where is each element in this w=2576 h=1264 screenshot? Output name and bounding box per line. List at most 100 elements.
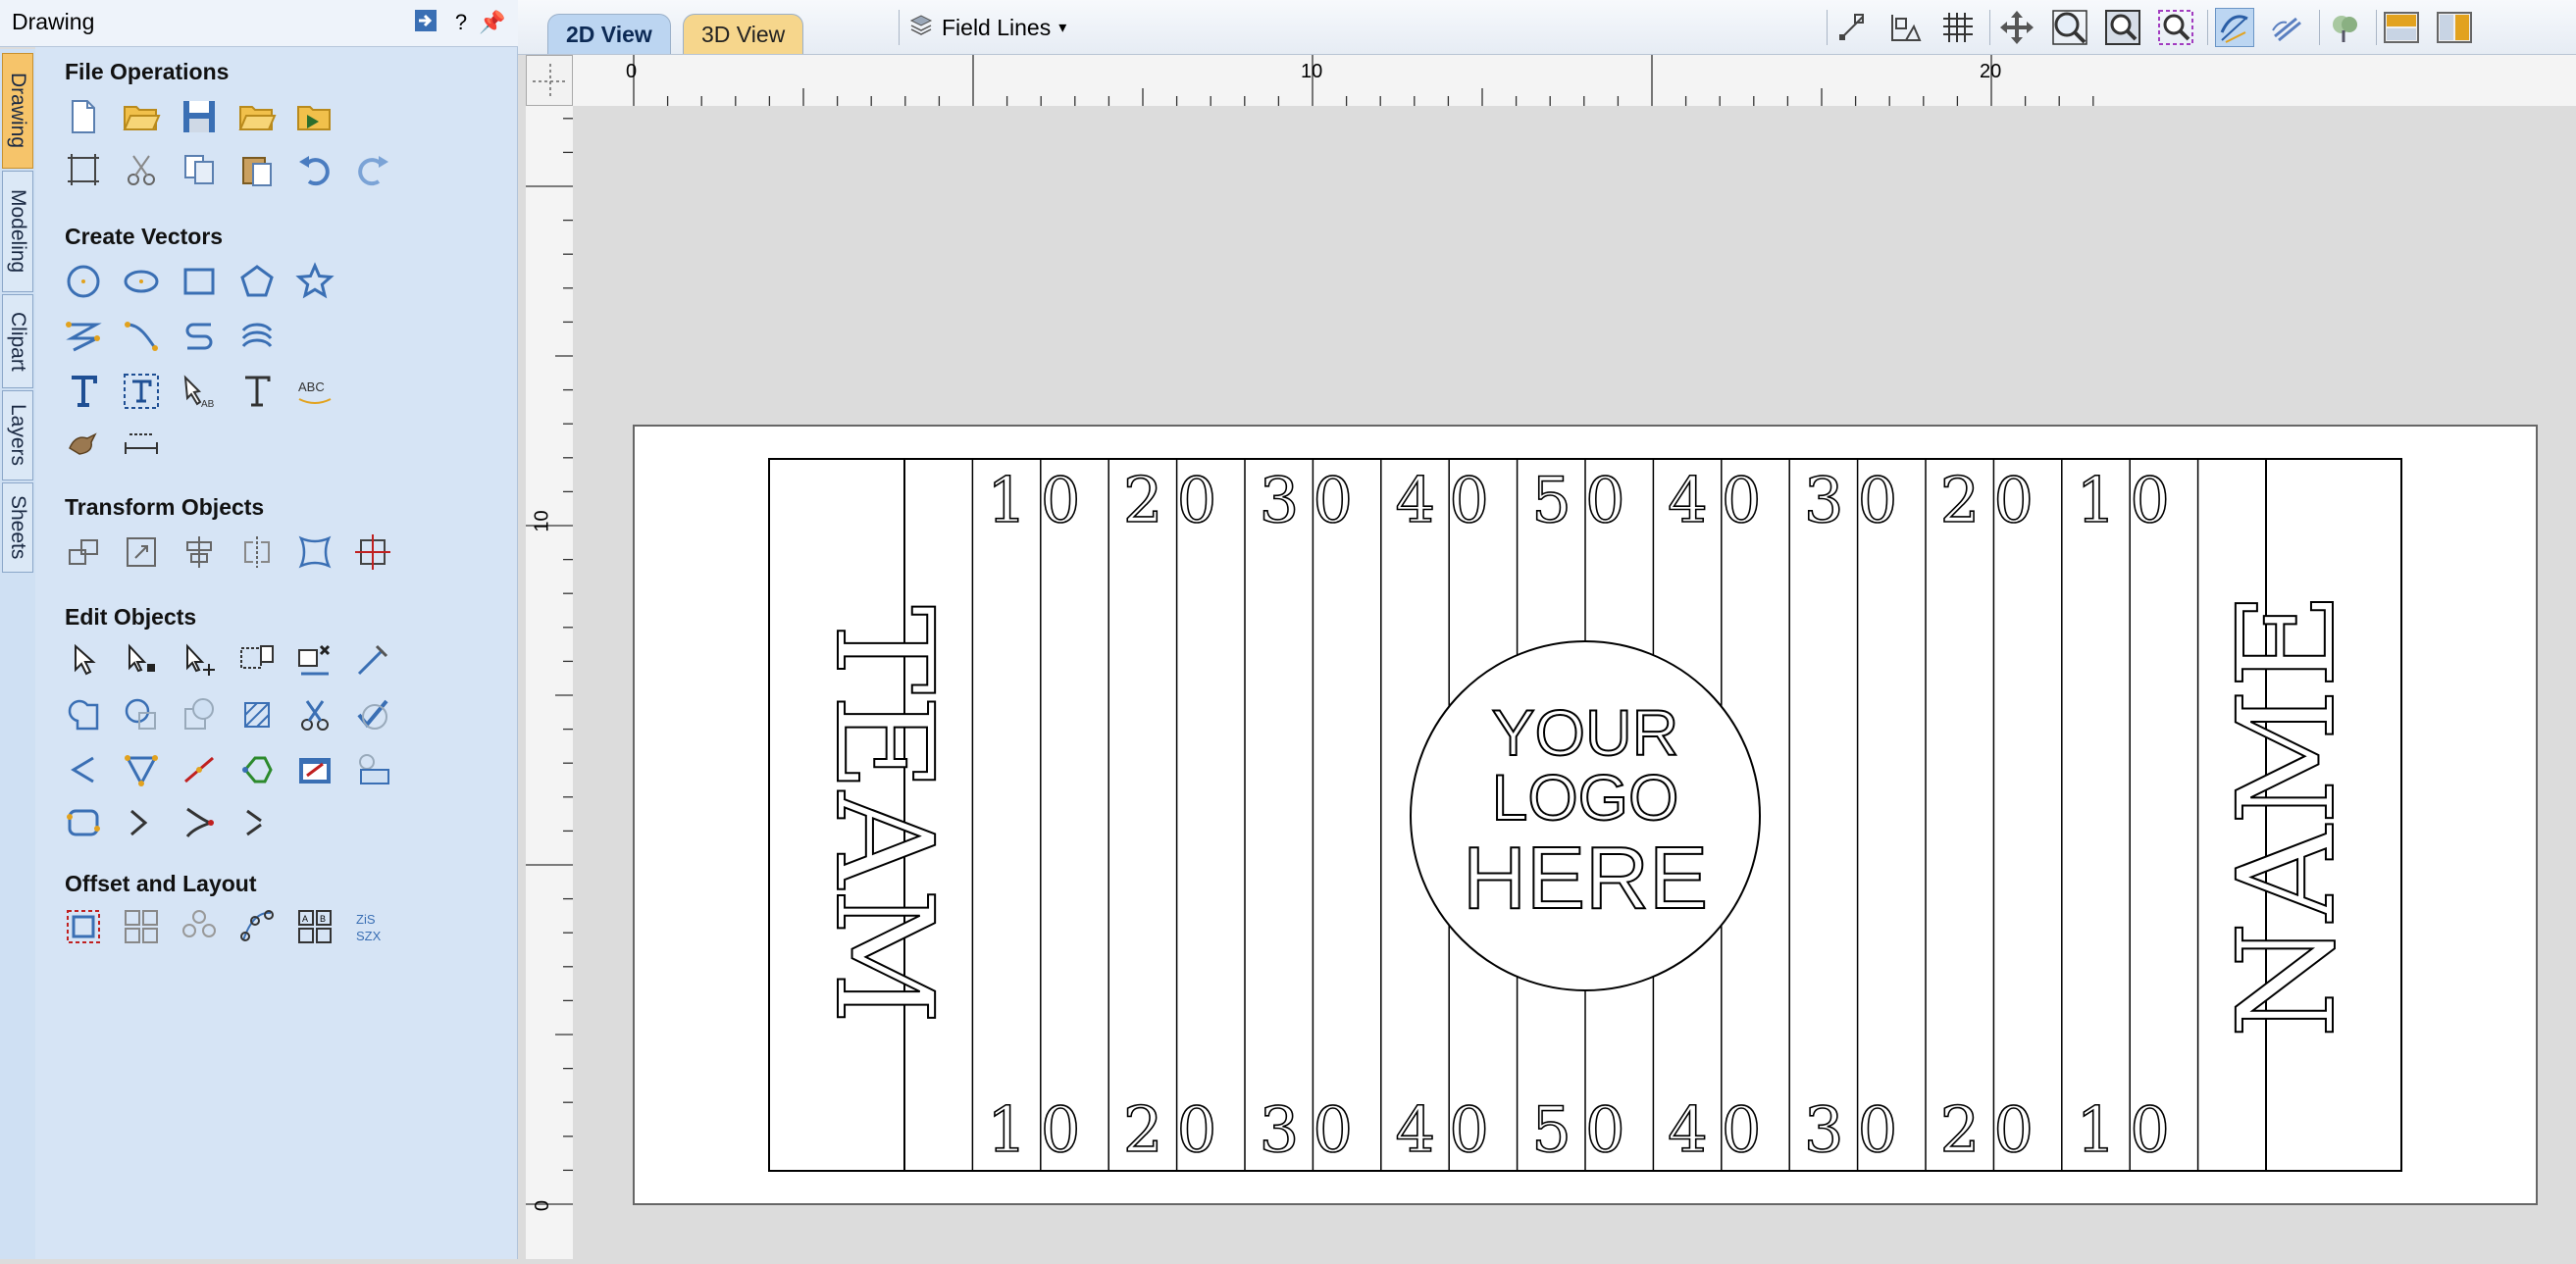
draw-curve-icon[interactable] [121,316,162,357]
zoom-box-icon[interactable] [2050,8,2089,47]
snap-to-nodes-icon[interactable] [1885,8,1925,47]
fillet-icon[interactable] [236,694,278,735]
scale-object-icon[interactable] [121,531,162,573]
tab-2d-view[interactable]: 2D View [547,14,671,54]
snap-to-points-icon[interactable] [1832,8,1872,47]
draw-polygon-icon[interactable] [236,261,278,302]
panel-header: Drawing ? 📌 [0,0,518,47]
draw-text-icon[interactable] [63,371,104,412]
svg-text:AB: AB [201,399,215,410]
selection-tools-icon[interactable] [236,639,278,681]
save-file-button[interactable] [179,96,220,137]
ruler-corner[interactable] [526,55,573,106]
offset-vectors-icon[interactable] [63,906,104,947]
dimension-icon[interactable] [121,424,162,465]
logo-text-line-3: HERE [1463,830,1708,928]
interactive-transform-icon[interactable] [179,639,220,681]
vector-texture-icon[interactable] [352,749,393,790]
subtract-vectors-icon[interactable] [121,694,162,735]
break-node-icon[interactable] [236,802,278,843]
copy-along-vector-icon[interactable] [236,906,278,947]
toolbar-separator [2376,10,2377,45]
auto-hide-icon[interactable] [412,8,439,37]
auto-layout-icon[interactable]: ZiS SZX [352,906,393,947]
bend-text-icon[interactable] [236,371,278,412]
yard-number: 20 [1123,1094,1230,1167]
split-view-vertical-icon[interactable] [2435,8,2474,47]
offset-row: AB ZiS SZX [63,906,393,947]
draw-rectangle-icon[interactable] [179,261,220,302]
side-tab-layers[interactable]: Layers [2,390,33,480]
draw-circle-icon[interactable] [63,261,104,302]
draw-star-icon[interactable] [294,261,335,302]
zoom-selection-icon[interactable] [2156,8,2195,47]
open-file-button[interactable] [121,96,162,137]
intersect-vectors-icon[interactable] [179,694,220,735]
show-toolpaths-icon[interactable] [2268,8,2307,47]
tab-3d-view[interactable]: 3D View [683,14,804,54]
select-pointer-icon[interactable] [63,639,104,681]
svg-text:ABC: ABC [298,379,325,394]
delete-selection-icon[interactable] [294,639,335,681]
array-copy-icon[interactable] [121,906,162,947]
curve-fit-icon[interactable] [121,802,162,843]
draw-spiral-icon[interactable] [236,316,278,357]
show-vectors-icon[interactable] [2215,8,2254,47]
measure-tool-icon[interactable] [352,639,393,681]
yard-number: 20 [1940,1094,2047,1167]
move-object-icon[interactable] [63,531,104,573]
draw-ellipse-icon[interactable] [121,261,162,302]
grid-icon[interactable] [1938,8,1978,47]
undo-button[interactable] [294,149,335,190]
job-setup-button[interactable] [63,149,104,190]
side-tab-modeling[interactable]: Modeling [2,171,33,292]
mirror-object-icon[interactable] [236,531,278,573]
smooth-nodes-icon[interactable] [179,802,220,843]
circular-array-icon[interactable] [179,906,220,947]
distort-object-icon[interactable] [294,531,335,573]
zoom-extents-icon[interactable] [2103,8,2142,47]
svg-text:SZX: SZX [356,929,382,943]
draw-arc-icon[interactable] [179,316,220,357]
close-vectors-icon[interactable] [63,802,104,843]
copy-button[interactable] [179,149,220,190]
help-icon[interactable]: ? [447,8,475,37]
draw-polyline-icon[interactable] [63,316,104,357]
create-fillet-icon[interactable] [121,749,162,790]
cut-button[interactable] [121,149,162,190]
align-objects-icon[interactable] [179,531,220,573]
node-edit-icon[interactable] [121,639,162,681]
open-folder-button[interactable] [236,96,278,137]
side-tab-sheets[interactable]: Sheets [2,482,33,573]
redo-button[interactable] [352,149,393,190]
join-vectors-icon[interactable] [236,749,278,790]
extend-vector-icon[interactable] [63,749,104,790]
text-on-arc-icon[interactable]: ABC [294,371,335,412]
weld-vectors-icon[interactable] [63,694,104,735]
pan-icon[interactable] [1997,8,2036,47]
vertical-ruler: 10 0 [526,106,574,1259]
drawing-canvas[interactable]: 10 20 30 40 50 40 30 20 10 10 20 30 40 50 40 30 20 10 YO… [573,106,2576,1259]
split-view-horizontal-icon[interactable] [2382,8,2421,47]
edit-node-properties-icon[interactable] [294,749,335,790]
layer-dropdown[interactable]: Field Lines ▾ [908,12,1066,43]
side-tab-drawing[interactable]: Drawing [2,53,33,169]
set-origin-icon[interactable] [352,531,393,573]
field-drawing[interactable]: 10 20 30 40 50 40 30 20 10 10 20 30 40 50 40 30 20 10 YO… [573,106,2576,1259]
yard-number: 30 [1804,1094,1911,1167]
show-model-icon[interactable] [2325,8,2364,47]
validate-vectors-icon[interactable] [352,694,393,735]
new-file-button[interactable] [63,96,104,137]
side-tab-clipart[interactable]: Clipart [2,294,33,388]
toolbar-separator [899,10,900,45]
smooth-curve-icon[interactable] [179,749,220,790]
paste-button[interactable] [236,149,278,190]
nesting-icon[interactable]: AB [294,906,335,947]
text-on-curve-icon[interactable]: AB [179,371,220,412]
pin-icon[interactable]: 📌 [479,8,506,37]
auto-layout-text-icon[interactable] [121,371,162,412]
svg-text:B: B [320,914,326,924]
import-clipart-icon[interactable] [63,424,104,465]
trim-vectors-icon[interactable] [294,694,335,735]
import-button[interactable] [294,96,335,137]
